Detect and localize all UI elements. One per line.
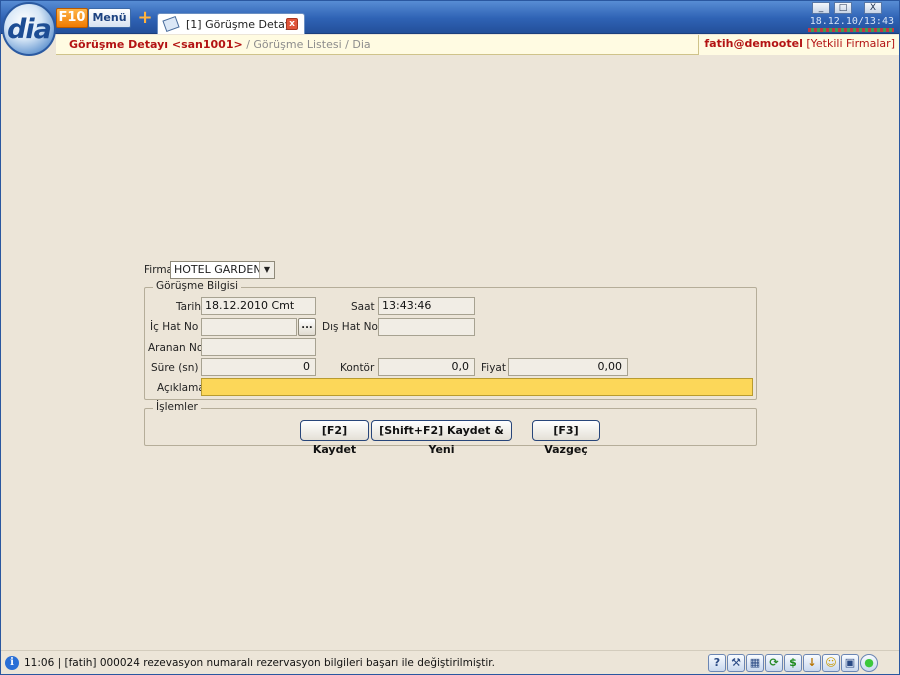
breadcrumb-path: Görüşme Detayı <san1001> / Görüşme Liste… xyxy=(69,38,371,51)
datetime-display: 18.12.10/13:43 xyxy=(809,16,894,27)
dis-hat-label: Dış Hat No xyxy=(322,321,378,333)
aranan-no-field[interactable] xyxy=(201,338,316,356)
phone-tag-icon xyxy=(162,15,180,33)
aciklama-label: Açıklama xyxy=(157,382,205,394)
ic-hat-field[interactable] xyxy=(201,318,297,336)
menu-button[interactable]: Menü xyxy=(88,8,131,28)
kontor-field[interactable]: 0,0 xyxy=(378,358,475,376)
currency-icon[interactable]: $ xyxy=(784,654,802,672)
kontor-label: Kontör xyxy=(340,362,375,374)
dis-hat-field[interactable] xyxy=(378,318,475,336)
tarih-label: Tarih xyxy=(176,301,201,313)
firma-select[interactable]: HOTEL GARDEN ▼ xyxy=(170,261,275,279)
minimize-button[interactable]: _ xyxy=(812,2,830,14)
chevron-down-icon[interactable]: ▼ xyxy=(259,262,274,278)
save-button[interactable]: [F2] Kaydet xyxy=(300,420,369,456)
help-icon[interactable]: ? xyxy=(708,654,726,672)
maximize-button[interactable]: □ xyxy=(834,2,852,14)
tab-close-icon[interactable]: x xyxy=(286,18,298,30)
refresh-icon[interactable]: ⟳ xyxy=(765,654,783,672)
lock-icon[interactable]: ▣ xyxy=(841,654,859,672)
cancel-button[interactable]: [F3] Vazgeç xyxy=(532,420,600,456)
logo-text: dia xyxy=(7,13,52,45)
tarih-field[interactable]: 18.12.2010 Cmt xyxy=(201,297,316,315)
dia-logo[interactable]: dia xyxy=(2,2,56,56)
activity-strip xyxy=(808,28,894,32)
sure-label: Süre (sn) xyxy=(151,362,199,374)
breadcrumb-current: Görüşme Detayı <san1001> xyxy=(69,38,243,51)
ic-hat-lookup-button[interactable]: ... xyxy=(298,318,316,336)
sure-field[interactable]: 0 xyxy=(201,358,316,376)
firma-value: HOTEL GARDEN xyxy=(174,263,262,276)
tools-icon[interactable]: ⚒ xyxy=(727,654,745,672)
tab-gorusme-detayi[interactable]: [1] Görüşme Detayı x xyxy=(157,13,305,34)
fiyat-label: Fiyat xyxy=(481,362,506,374)
fiyat-field[interactable]: 0,00 xyxy=(508,358,628,376)
saat-field[interactable]: 13:43:46 xyxy=(378,297,475,315)
status-bar: i 11:06 | [fatih] 000024 rezevasyon numa… xyxy=(0,650,900,675)
ic-hat-label: İç Hat No xyxy=(150,321,199,333)
user-box: fatih@demootel [Yetkili Firmalar] xyxy=(698,35,900,55)
status-message: 11:06 | [fatih] 000024 rezevasyon numara… xyxy=(24,657,495,669)
info-icon: i xyxy=(5,656,19,670)
saat-label: Saat xyxy=(351,301,375,313)
save-and-new-button[interactable]: [Shift+F2] Kaydet & Yeni xyxy=(371,420,512,456)
close-window-button[interactable]: X xyxy=(864,2,882,14)
breadcrumb-parents[interactable]: / Görüşme Listesi / Dia xyxy=(243,38,370,51)
calculator-icon[interactable]: ▦ xyxy=(746,654,764,672)
title-bar xyxy=(0,0,900,34)
user-name[interactable]: fatih@demootel xyxy=(704,37,802,50)
aranan-no-label: Aranan No xyxy=(148,342,204,354)
firma-label: Firma xyxy=(144,264,173,276)
download-icon[interactable]: ↓ xyxy=(803,654,821,672)
aciklama-field[interactable] xyxy=(201,378,753,396)
f10-button[interactable]: F10 xyxy=(56,8,88,28)
islemler-title: İşlemler xyxy=(153,401,201,413)
new-tab-button[interactable]: + xyxy=(137,9,153,27)
breadcrumb: Görüşme Detayı <san1001> / Görüşme Liste… xyxy=(56,35,900,55)
group-title: Görüşme Bilgisi xyxy=(153,280,242,292)
smiley-icon[interactable]: ☺ xyxy=(822,654,840,672)
online-status-icon[interactable]: ● xyxy=(860,654,878,672)
tab-label: [1] Görüşme Detayı xyxy=(186,17,295,31)
user-permissions[interactable]: [Yetkili Firmalar] xyxy=(806,37,895,50)
